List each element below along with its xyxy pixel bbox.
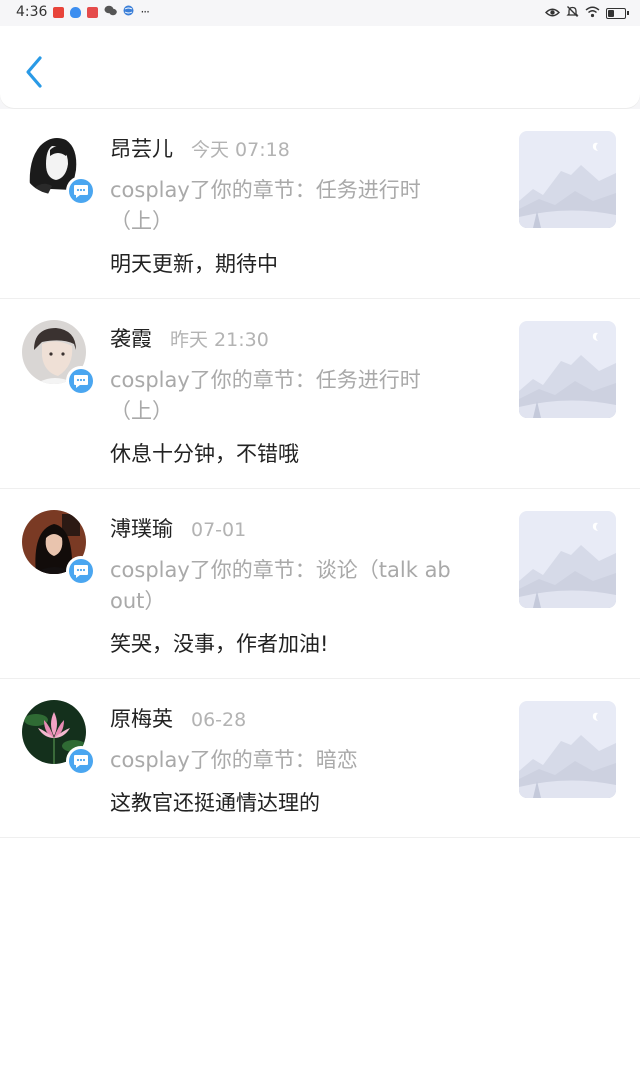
- battery-icon: [606, 8, 629, 19]
- red-app-icon: [87, 6, 99, 18]
- image-placeholder-icon: [519, 701, 616, 798]
- comment-text: 笑哭，没事，作者加油!: [110, 632, 329, 656]
- comment-badge-inner: [69, 749, 93, 773]
- comment-text: 这教官还挺通情达理的: [110, 791, 320, 815]
- status-bar: 4:36 ···: [0, 0, 640, 26]
- name-row: 昂芸儿 今天 07:18: [110, 133, 470, 163]
- mute-bell-icon: [566, 5, 579, 22]
- wifi-icon: [585, 6, 600, 22]
- back-button[interactable]: [16, 52, 52, 92]
- comment-badge-inner: [69, 179, 93, 203]
- battery-level: [608, 10, 614, 17]
- screen: 4:36 ··· 昂芸儿 今天 07:18 cosplay了你的章节：任务进行时…: [0, 0, 640, 1067]
- chapter-thumbnail[interactable]: [519, 131, 616, 228]
- list-item[interactable]: 溥璞瑜 07-01 cosplay了你的章节：谈论（talk about） 笑哭…: [0, 489, 640, 679]
- name-row: 溥璞瑜 07-01: [110, 513, 470, 543]
- shield-app-icon: [70, 6, 82, 18]
- battery-tip: [627, 11, 629, 15]
- comment-time: 昨天 21:30: [170, 329, 269, 351]
- list-item[interactable]: 原梅英 06-28 cosplay了你的章节：暗恋 这教官还挺通情达理的: [0, 679, 640, 838]
- comment-text: 明天更新，期待中: [110, 252, 278, 276]
- news-app-icon: [53, 6, 65, 18]
- image-placeholder-icon: [519, 131, 616, 228]
- name-row: 原梅英 06-28: [110, 703, 470, 733]
- comment-time: 今天 07:18: [191, 139, 290, 161]
- name-row: 袭霞 昨天 21:30: [110, 323, 470, 353]
- avatar-wrap[interactable]: [22, 320, 96, 396]
- comment-badge: [66, 746, 96, 776]
- chat-bubble-icon: [74, 754, 88, 768]
- more-notifications-icon: ···: [140, 5, 150, 19]
- avatar-wrap[interactable]: [22, 700, 96, 776]
- avatar-wrap[interactable]: [22, 510, 96, 586]
- comment-badge-inner: [69, 559, 93, 583]
- comment-badge: [66, 366, 96, 396]
- chat-bubble-icon: [74, 374, 88, 388]
- eye-icon: [545, 6, 560, 22]
- chevron-left-icon: [26, 56, 42, 88]
- wechat-icon: [104, 4, 118, 20]
- item-content: 原梅英 06-28 cosplay了你的章节：暗恋 这教官还挺通情达理的: [110, 703, 470, 818]
- image-placeholder-icon: [519, 511, 616, 608]
- avatar-wrap[interactable]: [22, 130, 96, 206]
- user-name[interactable]: 溥璞瑜: [110, 513, 173, 543]
- status-left: 4:36 ···: [16, 4, 150, 20]
- chat-bubble-icon: [74, 564, 88, 578]
- user-name[interactable]: 昂芸儿: [110, 133, 173, 163]
- status-right: [545, 5, 629, 22]
- status-time: 4:36: [16, 4, 48, 20]
- comment-time: 06-28: [191, 709, 247, 731]
- comment-badge: [66, 176, 96, 206]
- chapter-thumbnail[interactable]: [519, 321, 616, 418]
- user-name[interactable]: 袭霞: [110, 323, 152, 353]
- comment-text: 休息十分钟，不错哦: [110, 442, 299, 466]
- globe-app-icon: [123, 4, 134, 20]
- chapter-text: cosplay了你的章节：暗恋: [110, 748, 358, 772]
- list-item[interactable]: 袭霞 昨天 21:30 cosplay了你的章节：任务进行时（上） 休息十分钟，…: [0, 299, 640, 489]
- comment-badge: [66, 556, 96, 586]
- chapter-text: cosplay了你的章节：任务进行时（上）: [110, 178, 421, 233]
- user-name[interactable]: 原梅英: [110, 703, 173, 733]
- item-content: 袭霞 昨天 21:30 cosplay了你的章节：任务进行时（上） 休息十分钟，…: [110, 323, 470, 469]
- chapter-text: cosplay了你的章节：任务进行时（上）: [110, 368, 421, 423]
- comment-list: 昂芸儿 今天 07:18 cosplay了你的章节：任务进行时（上） 明天更新，…: [0, 109, 640, 1067]
- image-placeholder-icon: [519, 321, 616, 418]
- item-content: 昂芸儿 今天 07:18 cosplay了你的章节：任务进行时（上） 明天更新，…: [110, 133, 470, 279]
- comment-time: 07-01: [191, 519, 247, 541]
- comment-badge-inner: [69, 369, 93, 393]
- chapter-text: cosplay了你的章节：谈论（talk about）: [110, 558, 451, 613]
- chat-bubble-icon: [74, 184, 88, 198]
- chapter-thumbnail[interactable]: [519, 701, 616, 798]
- list-item[interactable]: 昂芸儿 今天 07:18 cosplay了你的章节：任务进行时（上） 明天更新，…: [0, 109, 640, 299]
- chapter-thumbnail[interactable]: [519, 511, 616, 608]
- item-content: 溥璞瑜 07-01 cosplay了你的章节：谈论（talk about） 笑哭…: [110, 513, 470, 659]
- header: [0, 26, 640, 108]
